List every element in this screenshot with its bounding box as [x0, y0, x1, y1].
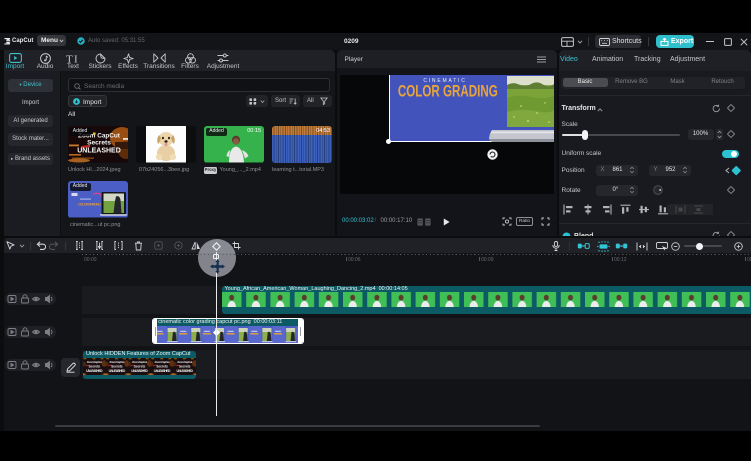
svg-text:UNLEASHED: UNLEASHED	[77, 148, 121, 155]
svg-text:COLOR GRADING: COLOR GRADING	[78, 203, 101, 207]
svg-text:T: T	[66, 53, 73, 64]
svg-text:Secrets: Secrets	[87, 140, 111, 147]
svg-text:I: I	[74, 53, 78, 64]
